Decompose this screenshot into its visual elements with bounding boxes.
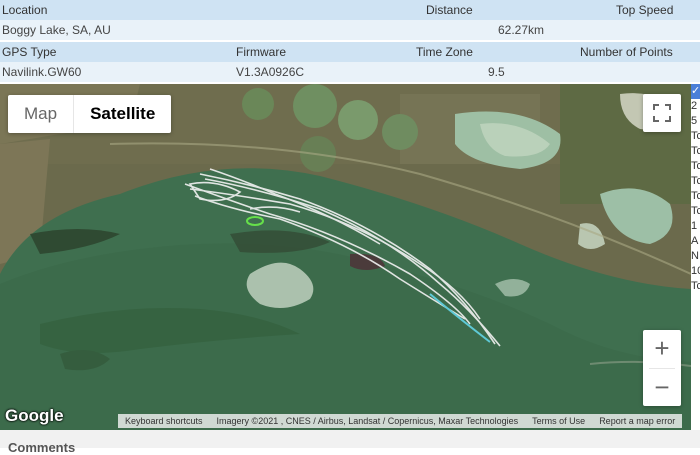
info-value-row-1: Boggy Lake, SA, AU 62.27km xyxy=(0,20,700,40)
report-error-link[interactable]: Report a map error xyxy=(592,416,682,426)
gps-type-value: Navilink.GW60 xyxy=(2,65,82,79)
terms-link[interactable]: Terms of Use xyxy=(525,416,592,426)
points-header: Number of Points xyxy=(580,45,673,59)
track-info-table: Location Distance Top Speed Boggy Lake, … xyxy=(0,0,700,82)
side-list-item[interactable]: 10 xyxy=(691,264,700,279)
imagery-credit: Imagery ©2021 , CNES / Airbus, Landsat /… xyxy=(216,416,519,426)
fullscreen-button[interactable] xyxy=(643,94,681,132)
side-list-item[interactable]: 1 xyxy=(691,219,700,234)
time-zone-value: 9.5 xyxy=(488,65,505,79)
side-list-item[interactable]: Tc xyxy=(691,129,700,144)
map-type-control[interactable]: Map Satellite xyxy=(8,95,172,133)
distance-value: 62.27km xyxy=(498,23,545,37)
info-header-row-2: GPS Type Firmware Time Zone Number of Po… xyxy=(0,42,700,62)
map-imagery[interactable] xyxy=(0,84,691,430)
info-header-row-1: Location Distance Top Speed xyxy=(0,0,700,20)
side-list-item[interactable]: Tc xyxy=(691,144,700,159)
zoom-out-button[interactable]: − xyxy=(643,369,681,407)
side-list-item[interactable]: 5 xyxy=(691,114,700,129)
side-list-item[interactable]: Tc xyxy=(691,189,700,204)
time-zone-header: Time Zone xyxy=(416,45,473,59)
map-attribution-bar: Keyboard shortcuts Imagery ©2021 , CNES … xyxy=(118,414,683,428)
google-logo[interactable]: Google xyxy=(5,406,64,426)
side-list-item[interactable]: Tc xyxy=(691,279,700,294)
zoom-in-button[interactable]: + xyxy=(643,330,681,368)
location-value: Boggy Lake, SA, AU xyxy=(2,23,111,37)
side-list-item[interactable]: N xyxy=(691,249,700,264)
side-list-selected[interactable]: ✓ xyxy=(691,84,700,99)
firmware-value: V1.3A0926C xyxy=(236,65,305,79)
fullscreen-icon xyxy=(653,104,671,122)
zoom-control: + − xyxy=(643,330,681,406)
side-list-item[interactable]: Tc xyxy=(691,204,700,219)
firmware-header: Firmware xyxy=(236,45,286,59)
side-list-item[interactable]: Tc xyxy=(691,174,700,189)
gps-type-header: GPS Type xyxy=(2,45,57,59)
satellite-view-button[interactable]: Satellite xyxy=(74,95,171,133)
top-speed-header: Top Speed xyxy=(616,3,674,17)
location-header: Location xyxy=(2,3,48,17)
map-view-button[interactable]: Map xyxy=(8,95,75,133)
satellite-map[interactable] xyxy=(0,84,691,430)
info-value-row-2: Navilink.GW60 V1.3A0926C 9.5 xyxy=(0,62,700,82)
side-list-item[interactable]: 2 xyxy=(691,99,700,114)
distance-header: Distance xyxy=(426,3,473,17)
keyboard-shortcuts-link[interactable]: Keyboard shortcuts xyxy=(118,416,210,426)
side-list-item[interactable]: A xyxy=(691,234,700,249)
side-list-item[interactable]: Tc xyxy=(691,159,700,174)
comments-section: Comments xyxy=(0,430,700,455)
points-side-list[interactable]: ✓ 25TcTcTcTcTcTc1AN10Tc xyxy=(691,84,700,430)
